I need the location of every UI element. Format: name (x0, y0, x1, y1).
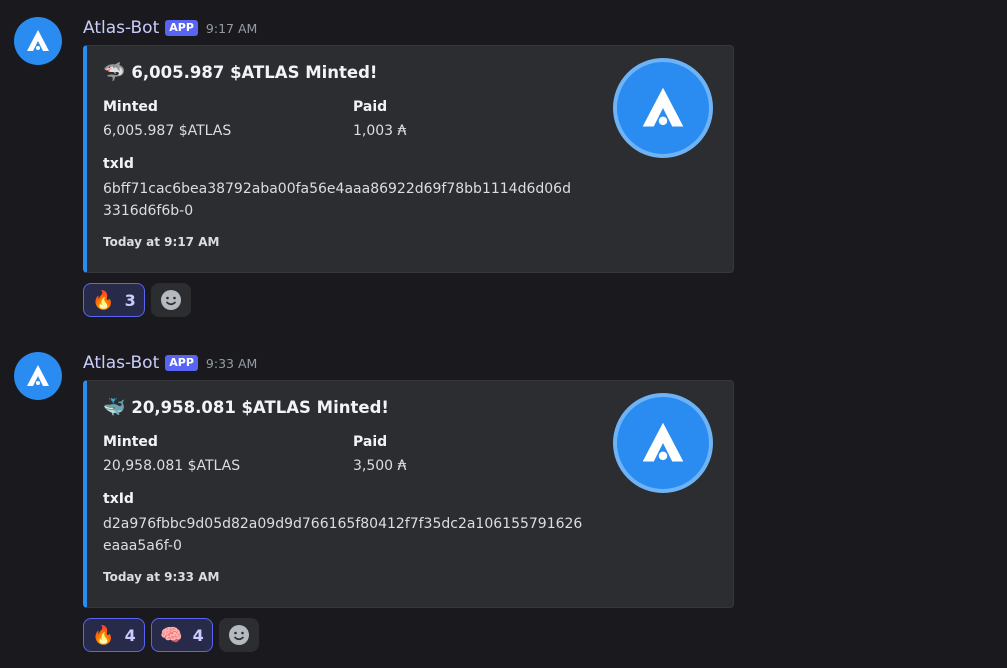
txid-line: 6bff71cac6bea38792aba00fa56e4aaa86922d69… (103, 181, 571, 197)
field-value-minted: 20,958.081 $ATLAS (103, 458, 241, 474)
embed-footer: Today at 9:33 AM (103, 570, 220, 584)
message-header: Atlas-Bot APP 9:33 AM (83, 352, 257, 374)
embed-title-text: 6,005.987 $ATLAS Minted! (131, 63, 378, 82)
field-name-minted: Minted (103, 434, 158, 450)
field-value-paid: 1,003 ₳ (353, 123, 407, 139)
field-value-minted: 6,005.987 $ATLAS (103, 123, 232, 139)
field-name-txid: txId (103, 156, 134, 172)
txid-line: eaaa5a6f-0 (103, 538, 182, 554)
reaction-count: 3 (124, 290, 136, 310)
timestamp: 9:17 AM (205, 20, 258, 36)
atlas-logo-icon (642, 422, 684, 462)
embed-thumbnail[interactable] (613, 393, 713, 493)
field-name-paid: Paid (353, 434, 388, 450)
field-value-paid: 3,500 ₳ (353, 458, 407, 474)
timestamp: 9:33 AM (205, 355, 258, 371)
bot-avatar[interactable] (14, 352, 62, 400)
embed-card: 🐳 20,958.081 $ATLAS Minted! Minted 20,95… (83, 380, 734, 608)
reactions-bar: 🔥 4 🧠 4 (83, 618, 259, 652)
txid-line: d2a976fbbc9d05d82a09d9d766165f80412f7f35… (103, 516, 583, 532)
embed-title: 🐳 20,958.081 $ATLAS Minted! (103, 397, 389, 418)
smiley-icon (229, 625, 249, 645)
fire-emoji-icon: 🔥 (92, 624, 115, 646)
field-name-minted: Minted (103, 99, 158, 115)
username[interactable]: Atlas-Bot (83, 353, 159, 373)
embed-title-text: 20,958.081 $ATLAS Minted! (131, 398, 389, 417)
reaction-brain[interactable]: 🧠 4 (151, 618, 213, 652)
message-header: Atlas-Bot APP 9:17 AM (83, 17, 257, 39)
reaction-fire[interactable]: 🔥 3 (83, 283, 145, 317)
embed-footer: Today at 9:17 AM (103, 235, 220, 249)
app-badge: APP (165, 20, 198, 36)
smiley-icon (161, 290, 181, 310)
atlas-logo-icon (27, 365, 49, 386)
reactions-bar: 🔥 3 (83, 283, 191, 317)
embed-card: 🦈 6,005.987 $ATLAS Minted! Minted 6,005.… (83, 45, 734, 273)
field-value-txid: d2a976fbbc9d05d82a09d9d766165f80412f7f35… (103, 513, 603, 557)
fire-emoji-icon: 🔥 (92, 289, 115, 311)
atlas-logo-icon (27, 30, 49, 51)
app-badge: APP (165, 355, 198, 371)
bot-avatar[interactable] (14, 17, 62, 65)
add-reaction-button[interactable] (219, 618, 259, 652)
brain-emoji-icon: 🧠 (160, 624, 183, 646)
username[interactable]: Atlas-Bot (83, 18, 159, 38)
whale-emoji-icon: 🐳 (103, 397, 126, 418)
reaction-count: 4 (124, 625, 136, 645)
embed-title: 🦈 6,005.987 $ATLAS Minted! (103, 62, 377, 83)
reaction-fire[interactable]: 🔥 4 (83, 618, 145, 652)
field-name-txid: txId (103, 491, 134, 507)
atlas-logo-icon (642, 87, 684, 127)
reaction-count: 4 (192, 625, 204, 645)
field-value-txid: 6bff71cac6bea38792aba00fa56e4aaa86922d69… (103, 178, 603, 222)
embed-thumbnail[interactable] (613, 58, 713, 158)
add-reaction-button[interactable] (151, 283, 191, 317)
txid-line: 3316d6f6b-0 (103, 203, 194, 219)
shark-emoji-icon: 🦈 (103, 62, 126, 83)
field-name-paid: Paid (353, 99, 388, 115)
